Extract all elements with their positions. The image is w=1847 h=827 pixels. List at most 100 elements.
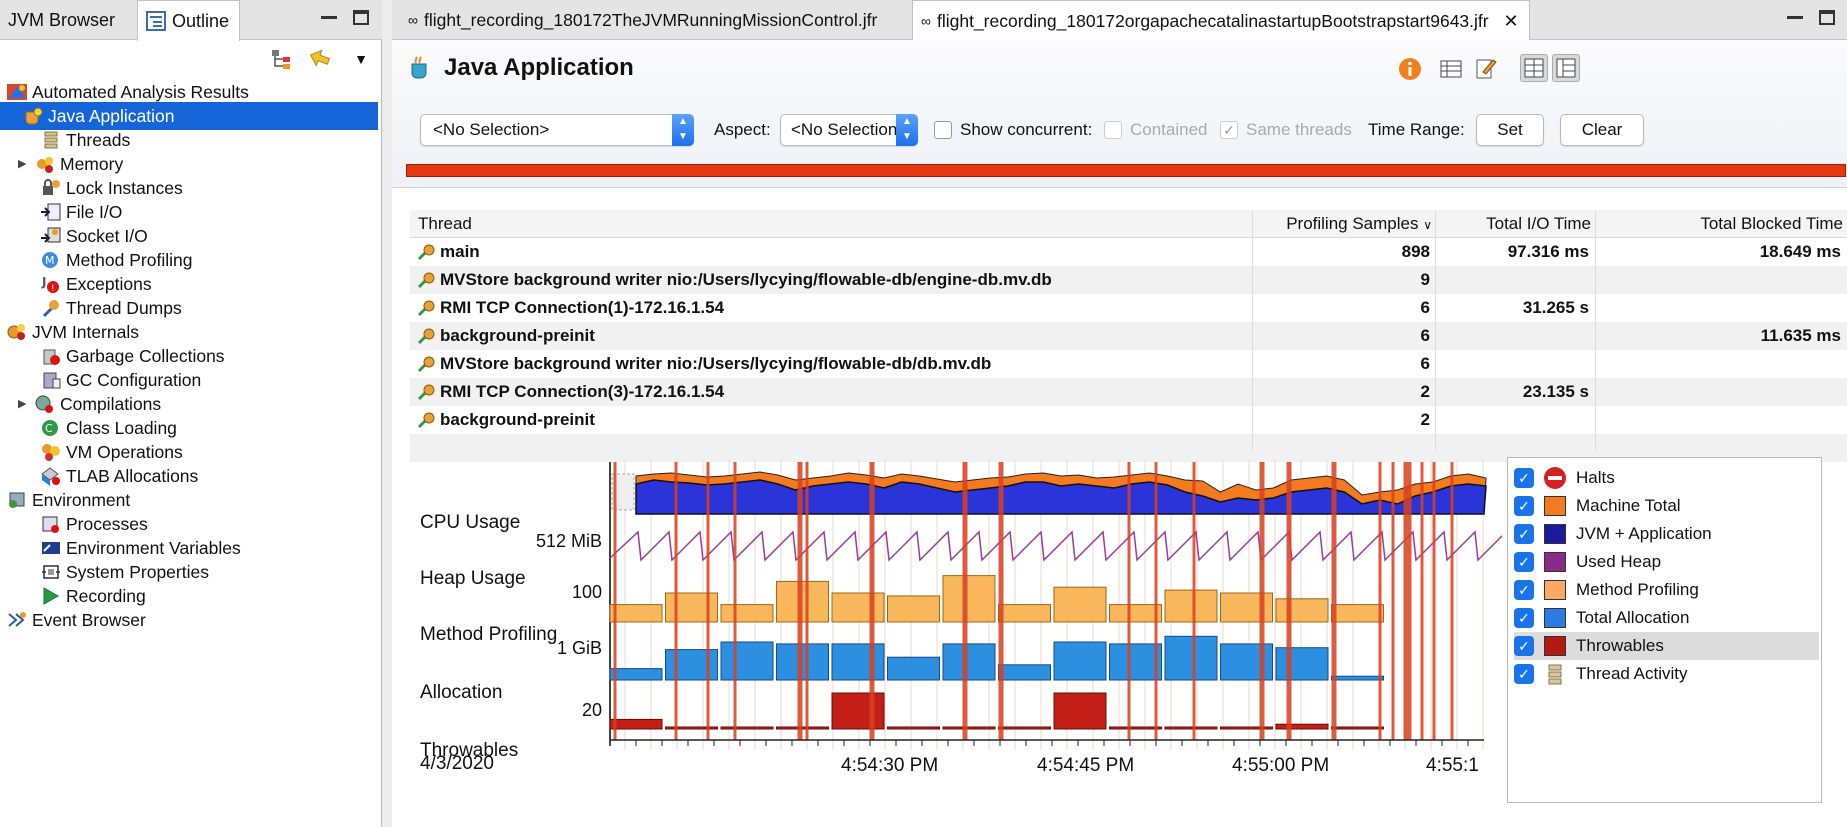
legend-item-halts[interactable]: ✓ Halts (1514, 464, 1819, 492)
table-row[interactable]: RMI TCP Connection(1)-172.16.1.54 6 31.265… (410, 294, 1847, 322)
legend-item-machine-total[interactable]: ✓ Machine Total (1514, 492, 1819, 520)
java-app-icon (406, 54, 434, 87)
table-row[interactable]: main 898 97.316 ms 18.649 ms (410, 238, 1847, 266)
throwables-bar (1220, 726, 1273, 730)
environment-icon (6, 490, 28, 510)
checkbox[interactable] (934, 121, 952, 139)
aspect-combo[interactable]: <No Selection> ▲ ▼ (780, 114, 918, 146)
allocation-bar (1164, 635, 1218, 681)
legend-item-total-allocation[interactable]: ✓ Total Allocation (1514, 604, 1819, 632)
tab-jvm-browser[interactable]: JVM Browser (0, 0, 125, 40)
throwables-bar (831, 692, 885, 730)
legend-swatch (1544, 636, 1566, 656)
checkbox-checked[interactable]: ✓ (1514, 524, 1534, 544)
tree-item-event-browser[interactable]: Event Browser (6, 606, 146, 634)
method-profiling-bar (1331, 604, 1384, 623)
legend-label: JVM + Application (1576, 524, 1712, 543)
edit-icon[interactable] (1475, 56, 1497, 85)
tab-recording-1[interactable]: ∞ flight_recording_180172TheJVMRunningMi… (400, 0, 887, 40)
thread-name: MVStore background writer nio:/Users/lyc… (440, 270, 1052, 289)
close-icon[interactable]: ✕ (1504, 1, 1519, 41)
info-icon[interactable] (1397, 56, 1423, 87)
legend-label: Halts (1576, 468, 1615, 487)
method-profiling-bar (1053, 586, 1107, 623)
table-view-icon[interactable] (1440, 58, 1462, 85)
throwables-bar (1053, 692, 1107, 730)
column-header-thread[interactable]: Thread (418, 210, 472, 238)
time-range-bar[interactable] (406, 164, 1846, 177)
legend-item-jvm-application[interactable]: ✓ JVM + Application (1514, 520, 1819, 548)
tab-recording-2[interactable]: ∞ flight_recording_180172orgapachecatali… (912, 0, 1530, 41)
legend-label: Machine Total (1576, 496, 1681, 515)
contained-checkbox[interactable]: Contained (1104, 114, 1208, 146)
play-icon (40, 586, 62, 606)
profiling-samples: 6 (1420, 298, 1430, 317)
table-row[interactable]: background-preinit 6 11.635 ms (410, 322, 1847, 350)
throwables-bar (1109, 726, 1162, 730)
total-blocked-time: 18.649 ms (1759, 242, 1841, 261)
table-row[interactable]: MVStore background writer nio:/Users/lyc… (410, 350, 1847, 378)
legend-item-used-heap[interactable]: ✓ Used Heap (1514, 548, 1819, 576)
checkbox-checked[interactable]: ✓ (1514, 496, 1534, 516)
table-row[interactable]: RMI TCP Connection(3)-172.16.1.54 2 23.135… (410, 378, 1847, 406)
profiling-samples: 6 (1420, 354, 1430, 373)
recording-icon: ∞ (408, 12, 418, 28)
env-vars-icon (40, 538, 62, 558)
total-io-time (1435, 406, 1589, 434)
checkbox-checked[interactable]: ✓ (1514, 552, 1534, 572)
view-menu-icon[interactable]: ▼ (350, 48, 372, 70)
show-concurrent-checkbox[interactable]: Show concurrent: (934, 114, 1092, 146)
checkbox-checked[interactable]: ✓ (1514, 580, 1534, 600)
column-header-profiling-samples[interactable]: Profiling Samples ∨ (1252, 210, 1432, 238)
combo-arrow-icon: ▲ ▼ (672, 114, 694, 146)
thread-name: MVStore background writer nio:/Users/lyc… (440, 354, 992, 373)
checkbox-checked[interactable]: ✓ (1514, 664, 1534, 684)
selection-combo[interactable]: <No Selection> ▲ ▼ (420, 114, 694, 146)
clear-button[interactable]: Clear (1560, 114, 1644, 146)
checkbox-checked[interactable]: ✓ (1514, 636, 1534, 656)
legend-swatch (1544, 608, 1566, 628)
set-button[interactable]: Set (1476, 114, 1544, 146)
total-io-time (1435, 266, 1589, 294)
tab-label: JVM Browser (8, 10, 116, 30)
column-header-total-blocked-time[interactable]: Total Blocked Time (1595, 210, 1843, 238)
maximize-button[interactable] (350, 8, 372, 28)
maximize-button[interactable] (1816, 8, 1838, 28)
same-threads-checkbox[interactable]: ✓ Same threads (1220, 114, 1352, 146)
minimize-button[interactable] (318, 8, 340, 28)
throwables-bar (1164, 726, 1218, 730)
throwables-bar (887, 726, 940, 730)
checkbox-checked[interactable]: ✓ (1514, 468, 1534, 488)
timeline-plot[interactable] (392, 450, 1502, 750)
thread-name: RMI TCP Connection(3)-172.16.1.54 (440, 382, 725, 401)
checkbox-checked[interactable]: ✓ (1514, 608, 1534, 628)
minimize-button[interactable] (1784, 8, 1806, 28)
analysis-icon (6, 82, 28, 102)
legend-item-method-profiling[interactable]: ✓ Method Profiling (1514, 576, 1819, 604)
svg-text:!: ! (51, 284, 55, 294)
legend-item-thread-activity[interactable]: ✓ Thread Activity (1514, 660, 1819, 688)
allocation-bar (1109, 643, 1162, 681)
legend-label: Total Allocation (1576, 608, 1690, 627)
tab-outline[interactable]: Outline (137, 0, 241, 41)
legend-label: Throwables (1576, 636, 1664, 655)
split-vertical-icon[interactable] (1520, 54, 1548, 82)
legend-label: Used Heap (1576, 552, 1662, 571)
total-blocked-time (1595, 378, 1841, 406)
split-horizontal-icon[interactable] (1552, 54, 1580, 82)
legend-item-throwables[interactable]: ✓ Throwables (1514, 632, 1819, 660)
allocation-bar (720, 641, 774, 681)
checkbox-checked[interactable]: ✓ (1220, 121, 1238, 139)
checkbox[interactable] (1104, 121, 1122, 139)
thread-icon (416, 354, 438, 379)
memory-icon (34, 154, 56, 174)
hierarchy-icon[interactable] (270, 48, 292, 70)
tab-label: flight_recording_180172orgapachecatalina… (936, 11, 1489, 31)
page-header: Java Application <No Selection> ▲ ▼ Aspec… (392, 40, 1847, 188)
column-header-total-io-time[interactable]: Total I/O Time (1435, 210, 1591, 238)
table-row[interactable]: background-preinit 2 (410, 406, 1847, 434)
svg-text:J: J (41, 275, 46, 289)
link-with-editor-icon[interactable] (307, 48, 331, 70)
legend-swatch (1544, 496, 1566, 516)
table-row[interactable]: MVStore background writer nio:/Users/lyc… (410, 266, 1847, 294)
